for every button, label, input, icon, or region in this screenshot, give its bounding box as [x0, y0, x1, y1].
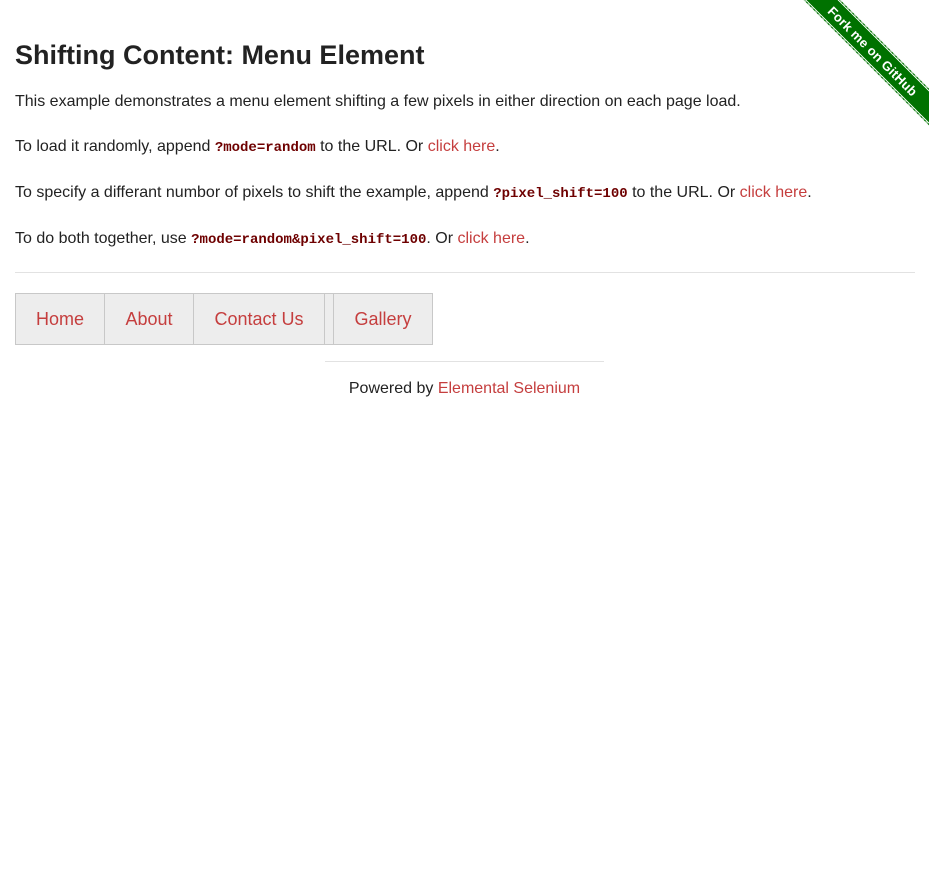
both-text-after: . Or [426, 230, 458, 247]
pixel-text-before: To specify a differant numbor of pixels … [15, 184, 494, 201]
random-mode-paragraph: To load it randomly, append ?mode=random… [15, 137, 915, 158]
footer-divider [325, 361, 604, 362]
elemental-selenium-link[interactable]: Elemental Selenium [438, 380, 580, 397]
footer-prefix: Powered by [348, 380, 438, 397]
pixel-text-end: . [807, 184, 812, 201]
menu-item-gallery[interactable]: Gallery [334, 293, 433, 345]
random-text-after: to the URL. Or [315, 138, 428, 155]
pixel-shift-paragraph: To specify a differant numbor of pixels … [15, 183, 915, 204]
pixel-shift-link[interactable]: click here [740, 184, 808, 201]
both-text-end: . [525, 230, 530, 247]
menu-item-empty[interactable] [325, 293, 334, 345]
random-mode-link[interactable]: click here [428, 138, 496, 155]
menu-bar: Home About Contact Us Gallery [15, 293, 915, 345]
pixel-text-after: to the URL. Or [627, 184, 740, 201]
random-text-before: To load it randomly, append [15, 138, 215, 155]
content-divider [15, 272, 915, 273]
intro-paragraph: This example demonstrates a menu element… [15, 93, 741, 110]
pixel-shift-code: ?pixel_shift=100 [493, 186, 628, 202]
main-content: Shifting Content: Menu Element This exam… [15, 0, 915, 345]
random-text-end: . [495, 138, 500, 155]
menu-item-about[interactable]: About [105, 293, 194, 345]
random-mode-code: ?mode=random [214, 140, 316, 156]
both-modes-link[interactable]: click here [458, 230, 526, 247]
page-title: Shifting Content: Menu Element [15, 40, 425, 70]
both-modes-paragraph: To do both together, use ?mode=random&pi… [15, 229, 915, 250]
both-modes-code: ?mode=random&pixel_shift=100 [191, 232, 427, 248]
both-text-before: To do both together, use [15, 230, 192, 247]
menu-item-contact-us[interactable]: Contact Us [194, 293, 325, 345]
menu-item-home[interactable]: Home [15, 293, 105, 345]
page-footer: Powered by Elemental Selenium [0, 379, 929, 399]
